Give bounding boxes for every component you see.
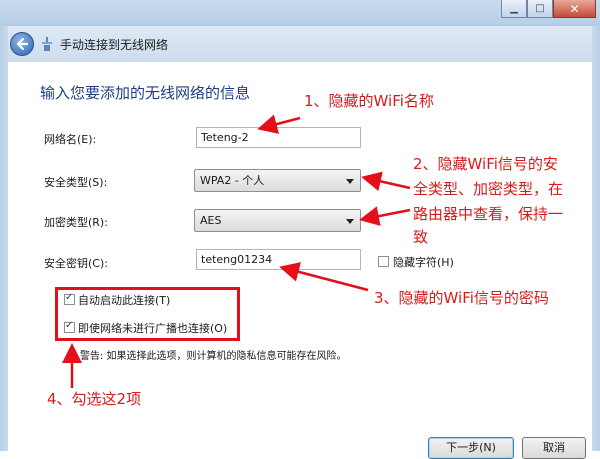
annotation-2-line-2: 全类型、加密类型，在	[413, 180, 564, 198]
annotation-2-line-1: 2、隐藏WiFi信号的安	[413, 155, 558, 173]
annotation-2-line-4: 致	[413, 228, 429, 246]
annotation-2-line-3: 路由器中查看，保持一	[413, 205, 564, 223]
arrow-to-security-key	[279, 262, 369, 292]
annotation-3: 3、隐藏的WiFi信号的密码	[374, 289, 549, 307]
annotation-1: 1、隐藏的WiFi名称	[304, 92, 434, 110]
arrow-to-security-type	[361, 171, 411, 192]
annotation-4: 4、勾选这2项	[47, 390, 142, 408]
annotation-arrows	[62, 114, 411, 388]
arrow-to-encryption-type	[359, 206, 411, 226]
arrow-to-network-name	[257, 114, 301, 134]
